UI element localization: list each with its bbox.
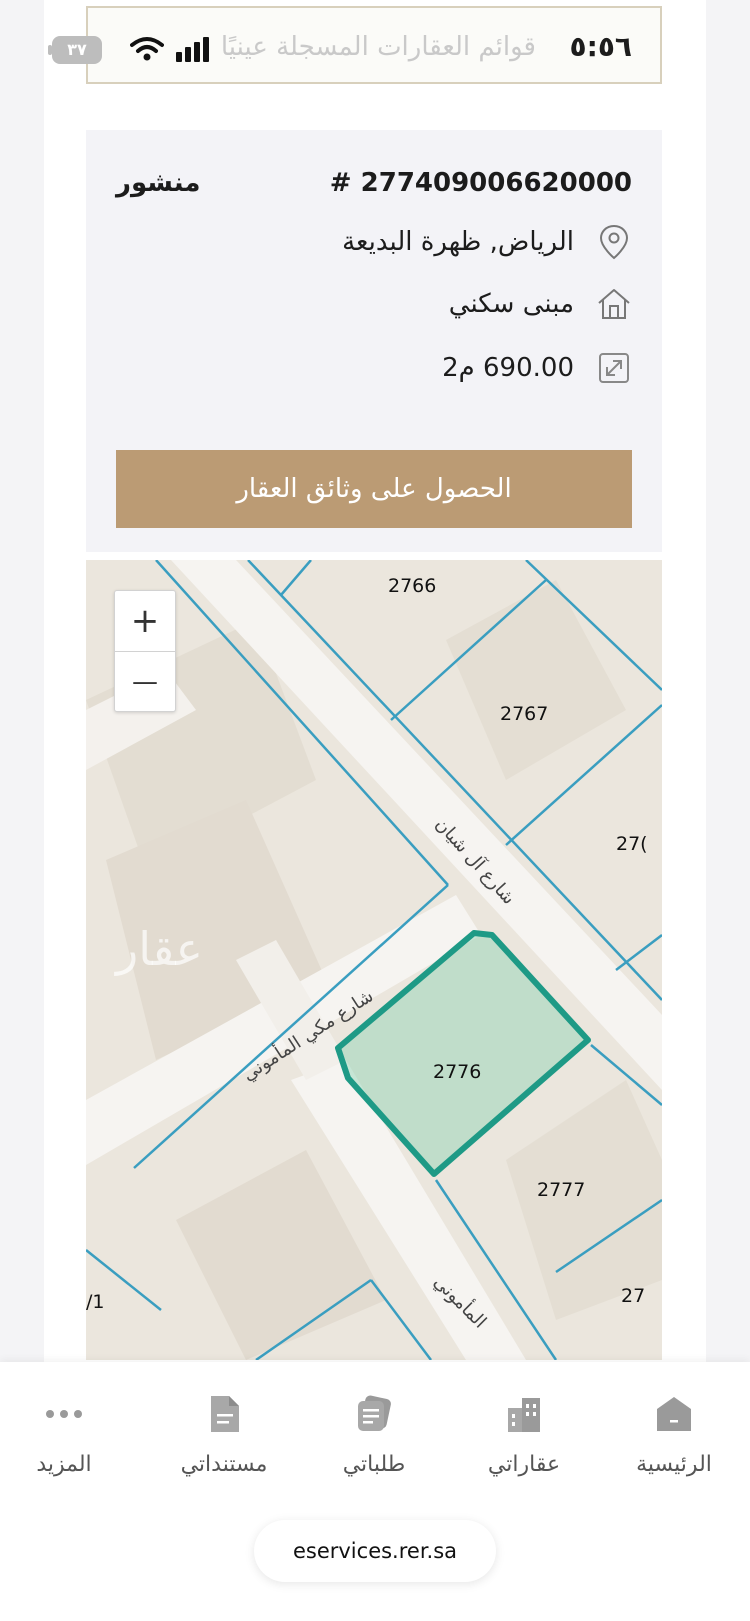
- nav-item-my-documents[interactable]: مستنداتي: [154, 1392, 294, 1492]
- zoom-control: + —: [114, 590, 176, 712]
- property-id: # 277409006620000: [329, 168, 632, 198]
- status-time: ٥:٥٦: [569, 30, 632, 63]
- nav-item-more[interactable]: المزيد: [0, 1392, 134, 1492]
- wifi-icon: [130, 37, 164, 61]
- expand-area-icon: [596, 350, 632, 386]
- nav-label: الرئيسية: [636, 1452, 712, 1477]
- parcel-label: 27: [621, 1285, 645, 1307]
- location-row: الرياض, ظهرة البديعة: [342, 222, 632, 262]
- parcel-label: 2766: [388, 575, 436, 597]
- type-text: مبنى سكني: [448, 289, 574, 319]
- nav-item-my-properties[interactable]: عقاراتي: [454, 1392, 594, 1492]
- get-documents-button[interactable]: الحصول على وثائق العقار: [116, 450, 632, 528]
- map-watermark: عقار: [114, 922, 203, 976]
- location-text: الرياض, ظهرة البديعة: [342, 227, 574, 257]
- nav-label: المزيد: [36, 1452, 92, 1477]
- status-icons: ٣٧: [48, 36, 272, 66]
- nav-label: مستنداتي: [180, 1452, 268, 1477]
- nav-item-home[interactable]: الرئيسية: [604, 1392, 744, 1492]
- parcel-map[interactable]: عقار 2766 2767 27( 2776 2777 27 /1 شارع …: [86, 560, 662, 1360]
- parcel-label: 2777: [537, 1179, 585, 1201]
- document-icon: [154, 1392, 294, 1436]
- requests-icon: [304, 1392, 444, 1436]
- buildings-icon: [454, 1392, 594, 1436]
- browser-url-bar[interactable]: eservices.rer.sa: [254, 1520, 496, 1582]
- parcel-label: 2767: [500, 703, 548, 725]
- nav-label: طلباتي: [342, 1452, 406, 1477]
- area-row: 690.00 م2: [442, 348, 632, 388]
- nav-label: عقاراتي: [487, 1452, 561, 1477]
- battery-icon: ٣٧: [52, 36, 102, 64]
- parcel-label: /1: [86, 1291, 105, 1313]
- zoom-in-button[interactable]: +: [115, 591, 175, 651]
- house-icon: [596, 286, 632, 322]
- type-row: مبنى سكني: [449, 284, 632, 324]
- property-status: منشور: [116, 168, 201, 198]
- zoom-out-button[interactable]: —: [115, 652, 175, 712]
- location-pin-icon: [596, 224, 632, 260]
- more-icon: [0, 1392, 134, 1436]
- property-card: # 277409006620000 منشور الرياض, ظهرة الب…: [86, 130, 662, 552]
- nav-item-my-requests[interactable]: طلباتي: [304, 1392, 444, 1492]
- parcel-label: 27(: [616, 833, 648, 855]
- area-text: 690.00 م2: [442, 353, 574, 383]
- signal-icon: [176, 37, 209, 62]
- parcel-label: 2776: [433, 1061, 481, 1083]
- home-icon: [604, 1392, 744, 1436]
- status-bar: ٥:٥٦ قوائم العقارات المسجلة عينيًا ٣٧: [48, 6, 662, 84]
- bottom-navigation: الرئيسية عقاراتي طلباتي مستنداتي المزيد …: [0, 1362, 750, 1621]
